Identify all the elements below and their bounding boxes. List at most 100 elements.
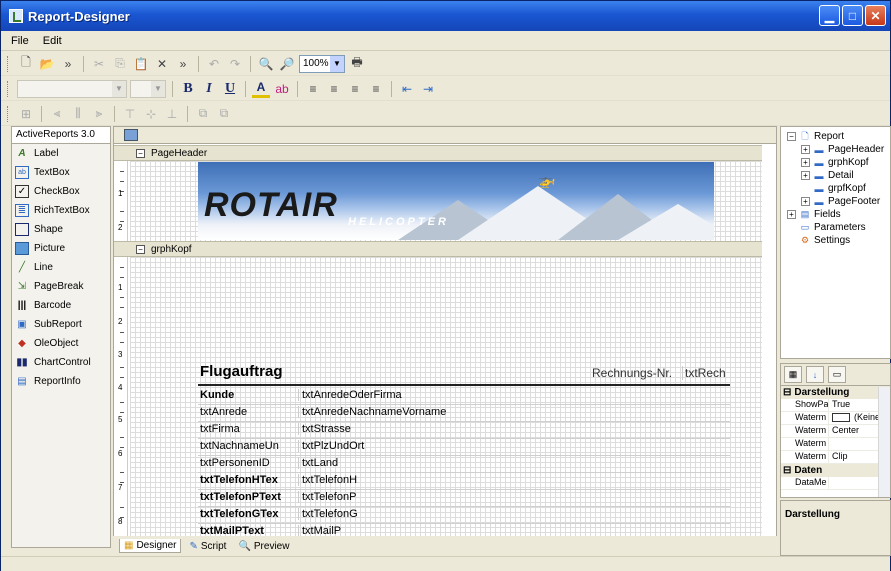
open-folder-icon[interactable]: 📂 — [38, 55, 56, 73]
undo-icon[interactable]: ↶ — [205, 55, 223, 73]
align-middles-icon[interactable]: ⊹ — [142, 105, 160, 123]
zoom-in-icon[interactable]: 🔎 — [278, 55, 296, 73]
rechnung-field[interactable]: txtRech — [682, 366, 726, 380]
align-bottoms-icon[interactable]: ⊥ — [163, 105, 181, 123]
delete-icon[interactable]: ✕ — [153, 55, 171, 73]
property-row[interactable]: DataMe — [781, 477, 890, 490]
font-name-select[interactable]: ▼ — [17, 79, 127, 98]
toolbar-grip[interactable] — [7, 105, 10, 122]
property-pages-icon[interactable]: ▭ — [828, 366, 846, 383]
page-setup-icon[interactable]: 🖶 — [348, 55, 366, 73]
tree-node-grpfkopf[interactable]: ▬ grpfKopf — [813, 183, 866, 194]
tool-subreport[interactable]: ▣ SubReport — [12, 315, 110, 334]
expand-icon[interactable]: + — [801, 145, 810, 154]
justify-icon[interactable]: ≡ — [367, 80, 385, 98]
tree-node-parameters[interactable]: ▭ Parameters — [799, 222, 866, 233]
tab-preview[interactable]: 🔍 Preview — [234, 540, 293, 553]
field-label[interactable]: txtTelefonGTex — [200, 508, 296, 520]
overflow-chevron-icon[interactable]: » — [59, 55, 77, 73]
field-label[interactable]: txtNachnameUn — [200, 440, 296, 452]
underline-icon[interactable]: U — [221, 81, 239, 97]
tool-barcode[interactable]: ||| Barcode — [12, 296, 110, 315]
property-row[interactable]: ShowPa True — [781, 399, 890, 412]
field-label[interactable]: txtTelefonHTex — [200, 474, 296, 486]
tree-node-settings[interactable]: ⚙ Settings — [799, 235, 850, 246]
align-rights-icon[interactable]: ⫸ — [90, 105, 108, 123]
collapse-icon[interactable]: − — [136, 148, 145, 158]
same-height-icon[interactable]: ⧉ — [215, 105, 233, 123]
toolbar-grip[interactable] — [7, 80, 10, 97]
indent-icon[interactable]: ⇥ — [419, 80, 437, 98]
field-value[interactable]: txtAnredeOderFirma — [298, 389, 468, 401]
categorized-icon[interactable]: ▦ — [784, 366, 802, 383]
italic-icon[interactable]: I — [200, 81, 218, 97]
menu-file[interactable]: File — [11, 35, 29, 47]
band-page-header[interactable]: − PageHeader — [114, 145, 762, 161]
tree-node-report[interactable]: − 🗋 Report — [787, 131, 844, 142]
expand-icon[interactable]: + — [801, 197, 810, 206]
expand-icon[interactable]: + — [801, 158, 810, 167]
property-row[interactable]: Waterm — [781, 438, 890, 451]
vertical-scrollbar[interactable] — [878, 387, 890, 497]
close-button[interactable]: ✕ — [865, 5, 886, 26]
align-tops-icon[interactable]: ⊤ — [121, 105, 139, 123]
tool-oleobject[interactable]: ◆ OleObject — [12, 334, 110, 353]
alphabetical-icon[interactable]: ↓ — [806, 366, 824, 383]
field-label[interactable]: txtFirma — [200, 423, 296, 435]
same-width-icon[interactable]: ⧉ — [194, 105, 212, 123]
band-group-header[interactable]: − grphKopf — [114, 241, 762, 257]
paste-icon[interactable]: 📋 — [132, 55, 150, 73]
font-color-icon[interactable]: A — [252, 80, 270, 98]
field-label[interactable]: txtTelefonPText — [200, 491, 296, 503]
tool-pagebreak[interactable]: ⇲ PageBreak — [12, 277, 110, 296]
property-category[interactable]: ⊟ Darstellung — [781, 386, 890, 399]
tool-line[interactable]: ╱ Line — [12, 258, 110, 277]
collapse-icon[interactable]: − — [136, 244, 145, 254]
tree-node-grphkopf[interactable]: + ▬ grphKopf — [801, 157, 869, 168]
field-label[interactable]: txtAnrede — [200, 406, 296, 418]
collapse-icon[interactable]: − — [787, 132, 796, 141]
tool-shape[interactable]: Shape — [12, 220, 110, 239]
tool-richtextbox[interactable]: ≣ RichTextBox — [12, 201, 110, 220]
field-value[interactable]: txtLand — [298, 457, 468, 469]
tool-reportinfo[interactable]: ▤ ReportInfo — [12, 372, 110, 391]
property-row[interactable]: Waterm (Keine — [781, 412, 890, 425]
collapse-icon[interactable]: ⊟ — [783, 465, 791, 476]
align-center-icon[interactable]: ≡ — [325, 80, 343, 98]
tab-script[interactable]: ✎ Script — [185, 540, 230, 553]
new-report-icon[interactable]: 🗋 — [17, 55, 35, 73]
tree-node-detail[interactable]: + ▬ Detail — [801, 170, 854, 181]
report-title[interactable]: Flugauftrag — [200, 363, 283, 380]
redo-icon[interactable]: ↷ — [226, 55, 244, 73]
property-row[interactable]: Waterm Clip — [781, 451, 890, 464]
minimize-button[interactable]: ▁ — [819, 5, 840, 26]
align-left-icon[interactable]: ≡ — [304, 80, 322, 98]
overflow-chevron-icon[interactable]: » — [174, 55, 192, 73]
align-right-icon[interactable]: ≡ — [346, 80, 364, 98]
field-label[interactable]: txtPersonenID — [200, 457, 296, 469]
property-row[interactable]: Waterm Center — [781, 425, 890, 438]
font-size-select[interactable]: ▼ — [130, 79, 166, 98]
tree-node-pageheader[interactable]: + ▬ PageHeader — [801, 144, 884, 155]
report-settings-icon[interactable] — [124, 129, 138, 141]
rechnung-label[interactable]: Rechnungs-Nr. — [592, 366, 672, 380]
copy-icon[interactable]: ⎘ — [111, 55, 129, 73]
collapse-icon[interactable]: ⊟ — [783, 387, 791, 398]
maximize-button[interactable]: □ — [842, 5, 863, 26]
tool-chartcontrol[interactable]: ▮▮ ChartControl — [12, 353, 110, 372]
banner-picture[interactable]: 🚁 ROTAIR HELICOPTER — [198, 162, 714, 240]
expand-icon[interactable]: + — [801, 171, 810, 180]
expand-icon[interactable]: + — [787, 210, 796, 219]
field-value[interactable]: txtTelefonG — [298, 508, 468, 520]
field-value[interactable]: txtAnredeNachnameVorname — [298, 406, 468, 418]
field-value[interactable]: txtTelefonH — [298, 474, 468, 486]
align-lefts-icon[interactable]: ⫷ — [48, 105, 66, 123]
tool-picture[interactable]: Picture — [12, 239, 110, 258]
property-category[interactable]: ⊟ Daten — [781, 464, 890, 477]
highlight-icon[interactable]: ab — [273, 80, 291, 98]
align-centers-icon[interactable]: ⫼ — [69, 105, 87, 123]
tree-node-pagefooter[interactable]: + ▬ PageFooter — [801, 196, 880, 207]
tool-textbox[interactable]: ab TextBox — [12, 163, 110, 182]
bold-icon[interactable]: B — [179, 81, 197, 97]
tab-designer[interactable]: ▦ Designer — [119, 539, 182, 553]
